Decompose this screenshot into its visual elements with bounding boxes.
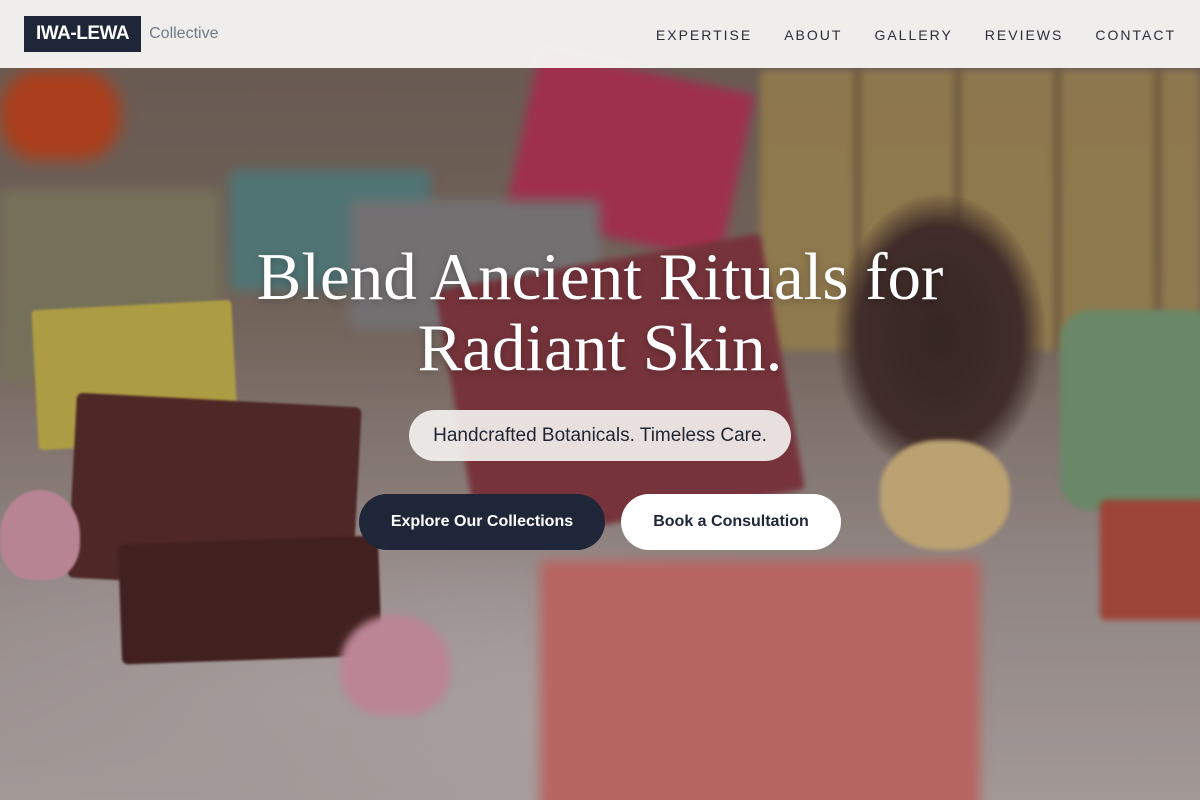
hero-headline-line1: Blend Ancient Rituals for	[256, 240, 944, 314]
nav-link-reviews[interactable]: REVIEWS	[985, 26, 1064, 43]
nav-link-gallery[interactable]: GALLERY	[874, 26, 952, 43]
hero-headline: Blend Ancient Rituals for Radiant Skin.	[150, 242, 1050, 384]
nav-link-contact[interactable]: CONTACT	[1095, 26, 1176, 43]
brand-logo[interactable]: IWA-LEWA	[24, 16, 142, 52]
main-nav: EXPERTISE ABOUT GALLERY REVIEWS CONTACT	[656, 26, 1176, 43]
hero-tagline: Handcrafted Botanicals. Timeless Care.	[409, 410, 791, 461]
nav-link-about[interactable]: ABOUT	[784, 26, 842, 43]
explore-collections-button[interactable]: Explore Our Collections	[359, 494, 605, 550]
brand-subtitle: Collective	[149, 25, 219, 42]
hero-content: Blend Ancient Rituals for Radiant Skin. …	[0, 242, 1200, 550]
brand[interactable]: IWA-LEWA Collective	[24, 16, 218, 52]
book-consultation-button[interactable]: Book a Consultation	[621, 494, 841, 550]
nav-link-expertise[interactable]: EXPERTISE	[656, 26, 752, 43]
hero-cta-group: Explore Our Collections Book a Consultat…	[359, 494, 841, 550]
hero-headline-line2: Radiant Skin.	[417, 311, 783, 385]
site-header: IWA-LEWA Collective EXPERTISE ABOUT GALL…	[0, 0, 1200, 68]
